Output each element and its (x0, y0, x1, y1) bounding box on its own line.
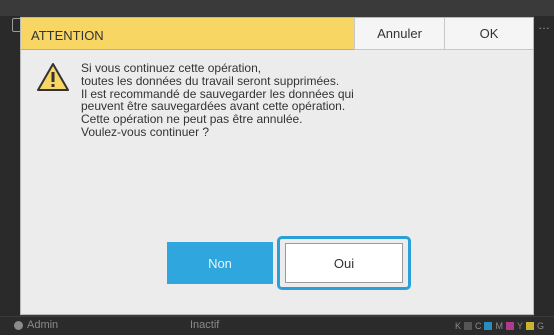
ink-label-y: Y (516, 321, 523, 331)
yes-button[interactable]: Oui (285, 243, 403, 283)
ink-k-indicator (463, 322, 472, 330)
status-user: Admin (14, 319, 58, 331)
warning-icon (37, 63, 69, 91)
ink-c-indicator (484, 322, 493, 330)
ink-label-c: C (474, 321, 482, 331)
ink-label-g: G (536, 321, 544, 331)
background-left-strip (0, 16, 20, 316)
user-icon (14, 320, 23, 330)
ok-button[interactable]: OK (444, 18, 533, 50)
message-line: toutes les données du travail seront sup… (81, 73, 340, 88)
no-button[interactable]: Non (167, 242, 273, 284)
attention-dialog: ATTENTION Annuler OK Si vous continuez c… (20, 17, 534, 315)
ink-m-indicator (505, 322, 514, 330)
status-state: Inactif (190, 319, 220, 331)
dialog-header: ATTENTION Annuler OK (21, 18, 533, 50)
yes-button-focus-ring: Oui (277, 236, 411, 290)
ink-label-k: K (454, 321, 461, 331)
background-right-strip (534, 16, 554, 316)
ink-levels: K C M Y G (455, 321, 544, 331)
cancel-button[interactable]: Annuler (354, 18, 444, 50)
status-user-label: Admin (27, 319, 59, 331)
message-line: Si vous continuez cette opération, (81, 61, 262, 75)
background-more-icon: … (538, 18, 550, 32)
dialog-title: ATTENTION (21, 18, 354, 50)
status-bar: Admin Inactif K C M Y G (0, 317, 554, 335)
ink-y-indicator (525, 322, 534, 330)
dialog-message: Si vous continuez cette opération, toute… (81, 62, 511, 139)
ink-label-m: M (495, 321, 503, 331)
message-line: Voulez-vous continuer ? (81, 124, 210, 139)
